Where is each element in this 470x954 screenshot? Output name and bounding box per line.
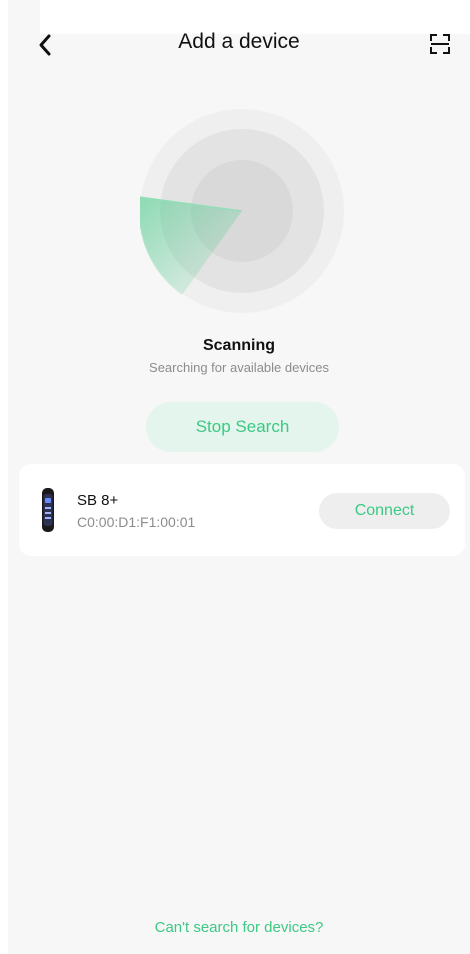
scan-status-subtitle: Searching for available devices xyxy=(149,360,329,375)
scan-qr-button[interactable] xyxy=(426,30,454,58)
status-bar xyxy=(40,0,470,34)
device-list-item: SB 8+ C0:00:D1:F1:00:01 Connect xyxy=(19,464,465,556)
device-name: SB 8+ xyxy=(77,492,119,509)
scan-radar xyxy=(140,109,344,313)
device-mac-address: C0:00:D1:F1:00:01 xyxy=(77,514,196,530)
cant-search-help-link[interactable]: Can't search for devices? xyxy=(8,919,470,936)
fitness-band-icon xyxy=(42,488,54,532)
page-title: Add a device xyxy=(178,30,300,53)
scan-status-title: Scanning xyxy=(202,337,275,354)
add-device-screen: Add a device Scanning Searching for avai… xyxy=(8,0,470,954)
connect-button[interactable]: Connect xyxy=(319,493,450,529)
stop-search-button[interactable]: Stop Search xyxy=(146,402,339,452)
scan-frame-icon xyxy=(430,34,450,54)
